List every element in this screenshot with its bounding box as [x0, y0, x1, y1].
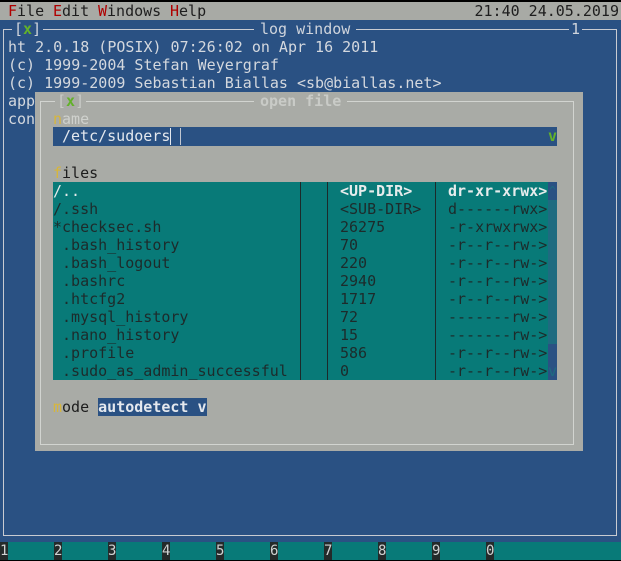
- file-name: .nano_history: [53, 326, 180, 344]
- filename-value: /etc/sudoers: [62, 127, 171, 145]
- menu-bar: File Edit Windows Help 21:40 24.05.2019: [0, 2, 621, 20]
- file-size: <UP-DIR>: [340, 182, 413, 200]
- file-name: *checksec.sh: [53, 218, 162, 236]
- file-name: .profile: [53, 344, 135, 362]
- clock: 21:40 24.05.2019: [474, 2, 620, 20]
- log-line: ht 2.0.18 (POSIX) 07:26:02 on Apr 16 201…: [8, 38, 379, 56]
- file-size: 0: [340, 362, 350, 380]
- file-row[interactable]: .htcfg2 1717 -r--r--rw->: [53, 290, 548, 308]
- window-number: 1: [569, 20, 583, 38]
- function-key-8[interactable]: 8: [378, 542, 386, 560]
- file-size: 586: [340, 344, 368, 362]
- file-size: 26275: [340, 218, 386, 236]
- function-key-6[interactable]: 6: [270, 542, 278, 560]
- open-file-dialog: [x] open file name /etc/sudoers v files …: [35, 92, 583, 451]
- scroll-thumb[interactable]: [548, 344, 557, 362]
- file-name: .bash_logout: [53, 254, 171, 272]
- history-dropdown-button[interactable]: v: [548, 127, 557, 145]
- file-name: .mysql_history: [53, 308, 189, 326]
- scrollbar[interactable]: ^ v: [548, 182, 557, 380]
- file-name: /..: [53, 182, 81, 200]
- file-name: .bashrc: [53, 272, 126, 290]
- file-row[interactable]: .mysql_history 72 -------rw->: [53, 308, 548, 326]
- file-permissions: -r--r--rw->: [448, 272, 548, 290]
- file-permissions: -------rw->: [448, 308, 548, 326]
- file-size: 72: [340, 308, 359, 326]
- function-key-5[interactable]: 5: [216, 542, 224, 560]
- file-row[interactable]: .bash_logout 220 -r--r--rw->: [53, 254, 548, 272]
- menu-help[interactable]: Help: [170, 2, 206, 20]
- menu-windows[interactable]: Windows: [98, 2, 161, 20]
- file-size: 2940: [340, 272, 377, 290]
- text-cursor: [170, 128, 171, 145]
- file-name: .sudo_as_admin_successful: [53, 362, 288, 380]
- file-size: <SUB-DIR>: [340, 200, 422, 218]
- mode-field: mode autodetect v: [53, 398, 207, 416]
- file-row[interactable]: /.ssh <SUB-DIR> d------rwx>: [53, 200, 548, 218]
- function-key-9[interactable]: 9: [432, 542, 440, 560]
- file-permissions: -r--r--rw->: [448, 362, 548, 380]
- function-key-1[interactable]: 1: [0, 542, 8, 560]
- menu-file[interactable]: File: [8, 2, 44, 20]
- file-row[interactable]: .nano_history 15 -------rw->: [53, 326, 548, 344]
- dialog-close-button[interactable]: [x]: [55, 92, 87, 110]
- file-size: 1717: [340, 290, 377, 308]
- file-permissions: -r--r--rw->: [448, 290, 548, 308]
- file-name: .bash_history: [53, 236, 180, 254]
- window-title: log window: [254, 20, 357, 38]
- filename-input[interactable]: /etc/sudoers v: [53, 127, 557, 146]
- function-key-bar: 1 2 3 4 5 6 7 8 9 0: [0, 542, 621, 560]
- function-key-7[interactable]: 7: [324, 542, 332, 560]
- file-row[interactable]: .bashrc 2940 -r--r--rw->: [53, 272, 548, 290]
- file-row[interactable]: .profile 586 -r--r--rw->: [53, 344, 548, 362]
- file-name: /.ssh: [53, 200, 99, 218]
- file-size: 70: [340, 236, 359, 254]
- files-label: files: [53, 164, 99, 182]
- log-line: app: [8, 92, 36, 110]
- scroll-up-arrow[interactable]: ^: [548, 182, 557, 200]
- field-divider: [180, 128, 181, 145]
- log-line: con: [8, 110, 36, 128]
- file-permissions: -r--r--rw->: [448, 344, 548, 362]
- file-permissions: -r-xrwxrwx>: [448, 218, 548, 236]
- file-row[interactable]: /.. <UP-DIR> dr-xr-xrwx>: [53, 182, 548, 200]
- function-key-2[interactable]: 2: [54, 542, 62, 560]
- file-size: 15: [340, 326, 359, 344]
- name-label: name: [53, 110, 90, 128]
- file-permissions: dr-xr-xrwx>: [448, 182, 548, 200]
- function-key-4[interactable]: 4: [162, 542, 170, 560]
- file-size: 220: [340, 254, 368, 272]
- file-name: .htcfg2: [53, 290, 126, 308]
- mode-dropdown[interactable]: autodetect v: [98, 398, 207, 416]
- file-permissions: d------rwx>: [448, 200, 548, 218]
- menu-edit[interactable]: Edit: [53, 2, 89, 20]
- file-row[interactable]: *checksec.sh 26275 -r-xrwxrwx>: [53, 218, 548, 236]
- file-row[interactable]: .bash_history 70 -r--r--rw->: [53, 236, 548, 254]
- close-button[interactable]: [x]: [12, 20, 44, 38]
- log-line: (c) 1999-2004 Stefan Weyergraf: [8, 56, 279, 74]
- file-permissions: -------rw->: [448, 326, 548, 344]
- file-permissions: -r--r--rw->: [448, 254, 548, 272]
- function-key-0[interactable]: 0: [486, 542, 494, 560]
- file-permissions: -r--r--rw->: [448, 236, 548, 254]
- file-list[interactable]: /.. <UP-DIR> dr-xr-xrwx> /.ssh <SUB-DIR> d---…: [53, 182, 557, 380]
- scroll-down-arrow[interactable]: v: [548, 362, 557, 380]
- dialog-title: open file: [254, 92, 348, 110]
- log-line: (c) 1999-2009 Sebastian Biallas <sb@bial…: [8, 74, 442, 92]
- function-key-3[interactable]: 3: [108, 542, 116, 560]
- file-row[interactable]: .sudo_as_admin_successful 0 -r--r--rw->: [53, 362, 548, 380]
